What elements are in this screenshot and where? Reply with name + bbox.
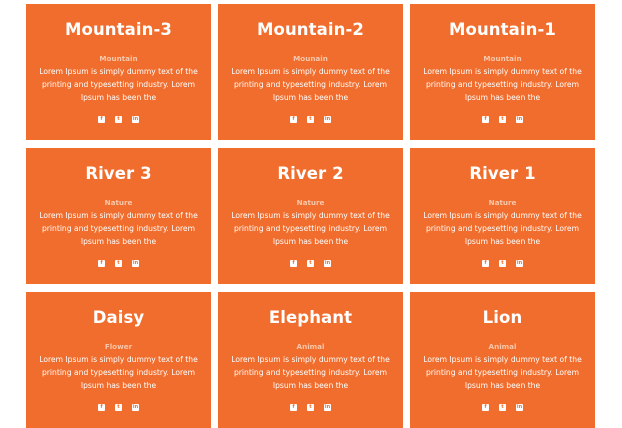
card-title: Daisy [92,308,145,327]
card-title: Mountain-3 [64,20,172,39]
facebook-icon[interactable]: f [290,260,297,267]
linkedin-icon[interactable]: in [324,404,331,411]
social-links: f t in [218,404,403,414]
facebook-icon[interactable]: f [290,404,297,411]
twitter-icon[interactable]: t [307,116,314,123]
card-description: Lorem Ipsum is simply dummy text of the … [231,67,390,102]
social-links: f t in [26,260,211,270]
social-links: f t in [410,260,595,270]
linkedin-icon[interactable]: in [516,404,523,411]
card-grid: Mountain-3 Mountain Lorem Ipsum is simpl… [0,0,622,428]
twitter-icon[interactable]: t [499,116,506,123]
social-links: f t in [26,404,211,414]
card-title: River 1 [469,164,536,183]
card-category: Mountain [483,54,522,63]
card-description: Lorem Ipsum is simply dummy text of the … [423,355,582,390]
twitter-icon[interactable]: t [499,260,506,267]
facebook-icon[interactable]: f [482,260,489,267]
twitter-icon[interactable]: t [307,260,314,267]
twitter-icon[interactable]: t [307,404,314,411]
social-links: f t in [410,404,595,414]
linkedin-icon[interactable]: in [516,116,523,123]
card-river-2[interactable]: River 2 Nature Lorem Ipsum is simply dum… [218,148,403,284]
facebook-icon[interactable]: f [482,116,489,123]
linkedin-icon[interactable]: in [324,260,331,267]
card-category: Nature [104,198,133,207]
social-links: f t in [410,116,595,126]
card-description: Lorem Ipsum is simply dummy text of the … [423,211,582,246]
card-title: Elephant [268,308,353,327]
card-description: Lorem Ipsum is simply dummy text of the … [423,67,582,102]
social-links: f t in [218,116,403,126]
card-description: Lorem Ipsum is simply dummy text of the … [231,355,390,390]
card-mountain-3[interactable]: Mountain-3 Mountain Lorem Ipsum is simpl… [26,4,211,140]
linkedin-icon[interactable]: in [516,260,523,267]
card-category: Animal [488,342,517,351]
linkedin-icon[interactable]: in [132,116,139,123]
card-title: River 3 [85,164,152,183]
facebook-icon[interactable]: f [482,404,489,411]
social-links: f t in [26,116,211,126]
card-category: Nature [296,198,325,207]
card-category: Mountain [99,54,138,63]
facebook-icon[interactable]: f [98,116,105,123]
card-river-3[interactable]: River 3 Nature Lorem Ipsum is simply dum… [26,148,211,284]
card-category: Nature [488,198,517,207]
twitter-icon[interactable]: t [115,404,122,411]
card-description: Lorem Ipsum is simply dummy text of the … [231,211,390,246]
twitter-icon[interactable]: t [115,260,122,267]
social-links: f t in [218,260,403,270]
card-mountain-2[interactable]: Mountain-2 Mounain Lorem Ipsum is simply… [218,4,403,140]
linkedin-icon[interactable]: in [132,404,139,411]
linkedin-icon[interactable]: in [324,116,331,123]
card-category: Flower [104,342,133,351]
card-river-1[interactable]: River 1 Nature Lorem Ipsum is simply dum… [410,148,595,284]
card-category: Animal [296,342,325,351]
card-description: Lorem Ipsum is simply dummy text of the … [39,355,198,390]
card-title: Mountain-2 [256,20,364,39]
card-mountain-1[interactable]: Mountain-1 Mountain Lorem Ipsum is simpl… [410,4,595,140]
facebook-icon[interactable]: f [98,404,105,411]
card-description: Lorem Ipsum is simply dummy text of the … [39,67,198,102]
linkedin-icon[interactable]: in [132,260,139,267]
card-daisy[interactable]: Daisy Flower Lorem Ipsum is simply dummy… [26,292,211,428]
twitter-icon[interactable]: t [115,116,122,123]
card-elephant[interactable]: Elephant Animal Lorem Ipsum is simply du… [218,292,403,428]
facebook-icon[interactable]: f [98,260,105,267]
card-title: Mountain-1 [448,20,556,39]
card-title: River 2 [277,164,344,183]
facebook-icon[interactable]: f [290,116,297,123]
card-lion[interactable]: Lion Animal Lorem Ipsum is simply dummy … [410,292,595,428]
twitter-icon[interactable]: t [499,404,506,411]
card-description: Lorem Ipsum is simply dummy text of the … [39,211,198,246]
card-category: Mounain [293,54,328,63]
card-title: Lion [482,308,523,327]
